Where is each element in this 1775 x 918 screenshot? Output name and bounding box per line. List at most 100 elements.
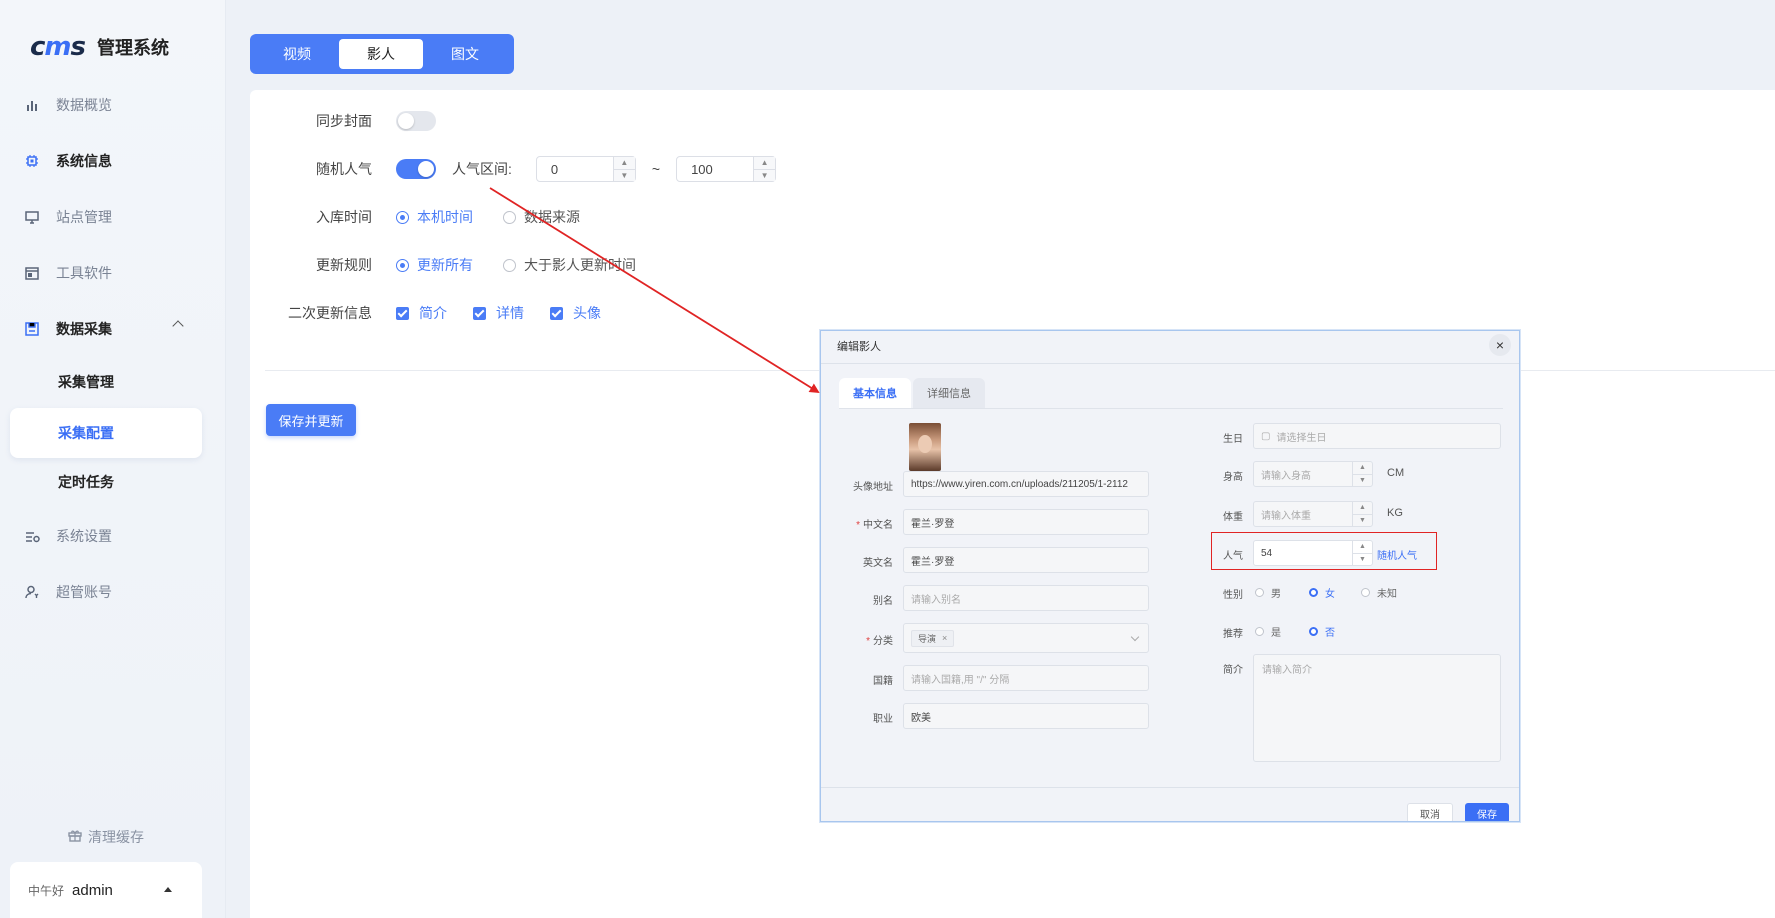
user-menu[interactable]: 中午好 admin	[10, 862, 202, 918]
dialog-tabs: 基本信息 详细信息	[839, 378, 987, 408]
sidebar-item-scheduled-tasks[interactable]: 定时任务	[10, 460, 202, 504]
spin-down-icon[interactable]: ▼	[614, 170, 635, 182]
radio-label: 否	[1325, 628, 1335, 639]
height-field[interactable]: 请输入身高 ▲ ▼	[1253, 461, 1373, 487]
username: admin	[72, 881, 113, 899]
sync-cover-row: 同步封面	[250, 106, 436, 136]
update-all-radio[interactable]: 更新所有	[396, 255, 473, 275]
tab-article[interactable]: 图文	[423, 39, 507, 69]
sidebar-item-collect-config[interactable]: 采集配置	[10, 408, 202, 458]
remove-tag-icon[interactable]: ×	[942, 633, 947, 643]
sync-cover-label: 同步封面	[316, 113, 372, 129]
close-icon[interactable]: ×	[1489, 334, 1511, 356]
alias-field[interactable]: 请输入别名	[903, 585, 1149, 611]
sidebar-item-admin[interactable]: 超管账号	[10, 570, 202, 614]
radio-label: 大于影人更新时间	[524, 257, 636, 273]
second-update-label: 二次更新信息	[288, 305, 372, 321]
checkbox-label: 头像	[573, 305, 601, 321]
cn-name-field[interactable]: 霍兰·罗登	[903, 509, 1149, 535]
spin-up-icon[interactable]: ▲	[613, 157, 635, 170]
chevron-down-icon	[1130, 632, 1140, 642]
spin-down-icon[interactable]: ▼	[1353, 515, 1372, 527]
birthday-field[interactable]: ▢ 请选择生日	[1253, 423, 1501, 449]
random-pop-row: 随机人气 人气区间: 0 ▲ ▼ ~ 100 ▲ ▼	[250, 154, 777, 184]
logo-mark: cms	[30, 32, 86, 62]
sidebar-item-settings[interactable]: 系统设置	[10, 514, 202, 558]
radio-label: 女	[1325, 589, 1335, 600]
avatar	[909, 423, 941, 471]
job-field[interactable]: 欧美	[903, 703, 1149, 729]
sidebar-item-site[interactable]: 站点管理	[10, 195, 202, 239]
sidebar-item-system-info[interactable]: 系统信息	[10, 139, 202, 183]
sync-cover-switch[interactable]	[396, 111, 436, 131]
edit-actor-dialog: 编辑影人 × 基本信息 详细信息 头像地址 https://www.yiren.…	[820, 330, 1520, 822]
sidebar-item-tools[interactable]: 工具软件	[10, 251, 202, 295]
spin-up-icon[interactable]: ▲	[1353, 462, 1372, 475]
update-rule-row: 更新规则 更新所有 大于影人更新时间	[250, 250, 666, 280]
category-label: * 分类	[866, 636, 893, 647]
clear-cache-button[interactable]: 清理缓存	[68, 827, 144, 847]
radio-label: 数据来源	[524, 209, 580, 225]
tab-actor[interactable]: 影人	[339, 39, 423, 69]
gift-icon	[68, 829, 82, 845]
greeting: 中午好	[28, 883, 65, 898]
sidebar-item-data-collect[interactable]: 数据采集	[10, 307, 202, 351]
pop-max-input[interactable]: 100 ▲ ▼	[676, 156, 777, 182]
weight-label: 体重	[1223, 512, 1243, 523]
sidebar-item-label: 定时任务	[58, 474, 114, 490]
random-pop-switch[interactable]	[396, 159, 436, 179]
save-and-update-button[interactable]: 保存并更新	[266, 404, 356, 436]
update-newer-radio[interactable]: 大于影人更新时间	[503, 255, 636, 275]
pop-min-input[interactable]: 0 ▲ ▼	[535, 156, 636, 182]
nationality-label: 国籍	[873, 676, 893, 687]
gender-unknown-radio[interactable]: 未知	[1361, 585, 1397, 600]
import-time-label: 入库时间	[316, 209, 372, 225]
random-pop-label: 随机人气	[316, 161, 372, 177]
content-type-tabs: 视频 影人 图文	[250, 34, 514, 74]
recommend-no-radio[interactable]: 否	[1309, 624, 1335, 639]
intro-textarea[interactable]: 请输入简介	[1253, 654, 1501, 762]
sidebar-item-label: 站点管理	[56, 209, 112, 225]
highlight-box	[1211, 532, 1437, 570]
chip-icon	[24, 153, 40, 169]
import-time-row: 入库时间 本机时间 数据来源	[250, 202, 610, 232]
divider	[821, 787, 1519, 788]
calendar-icon: ▢	[1261, 430, 1271, 442]
tab-basic-info[interactable]: 基本信息	[839, 378, 911, 408]
tab-video[interactable]: 视频	[255, 39, 339, 69]
user-icon	[24, 584, 40, 600]
sidebar-item-label: 数据采集	[56, 321, 112, 337]
tag-label: 导演	[918, 633, 937, 644]
recommend-yes-radio[interactable]: 是	[1255, 624, 1281, 639]
window-icon	[24, 265, 40, 281]
gender-female-radio[interactable]: 女	[1309, 585, 1335, 600]
avatar-checkbox[interactable]: 头像	[550, 303, 601, 323]
nationality-field[interactable]: 请输入国籍,用 "/" 分隔	[903, 665, 1149, 691]
radio-label: 更新所有	[417, 257, 473, 273]
intro-checkbox[interactable]: 简介	[396, 303, 447, 323]
detail-checkbox[interactable]: 详情	[473, 303, 524, 323]
en-name-field[interactable]: 霍兰·罗登	[903, 547, 1149, 573]
spin-down-icon[interactable]: ▼	[1353, 475, 1372, 487]
category-select[interactable]: 导演 ×	[903, 623, 1149, 653]
monitor-icon	[24, 209, 40, 225]
import-time-source-radio[interactable]: 数据来源	[503, 207, 580, 227]
sidebar-item-overview[interactable]: 数据概览	[10, 83, 202, 127]
tab-detail-info[interactable]: 详细信息	[913, 378, 985, 408]
save-button[interactable]: 保存	[1465, 803, 1509, 821]
sidebar-item-collect-manage[interactable]: 采集管理	[10, 360, 202, 404]
avatar-url-field[interactable]: https://www.yiren.com.cn/uploads/211205/…	[903, 471, 1149, 497]
recommend-label: 推荐	[1223, 629, 1243, 640]
spin-down-icon[interactable]: ▼	[754, 170, 775, 182]
logo: cms 管理系统	[30, 32, 169, 62]
gender-male-radio[interactable]: 男	[1255, 585, 1281, 600]
spin-up-icon[interactable]: ▲	[1353, 502, 1372, 515]
divider	[839, 408, 1503, 409]
cancel-button[interactable]: 取消	[1407, 803, 1453, 821]
pop-min-value: 0	[550, 161, 559, 177]
chevron-up-icon	[172, 320, 184, 332]
weight-field[interactable]: 请输入体重 ▲ ▼	[1253, 501, 1373, 527]
import-time-local-radio[interactable]: 本机时间	[396, 207, 473, 227]
alias-label: 别名	[873, 596, 893, 607]
spin-up-icon[interactable]: ▲	[754, 157, 776, 170]
